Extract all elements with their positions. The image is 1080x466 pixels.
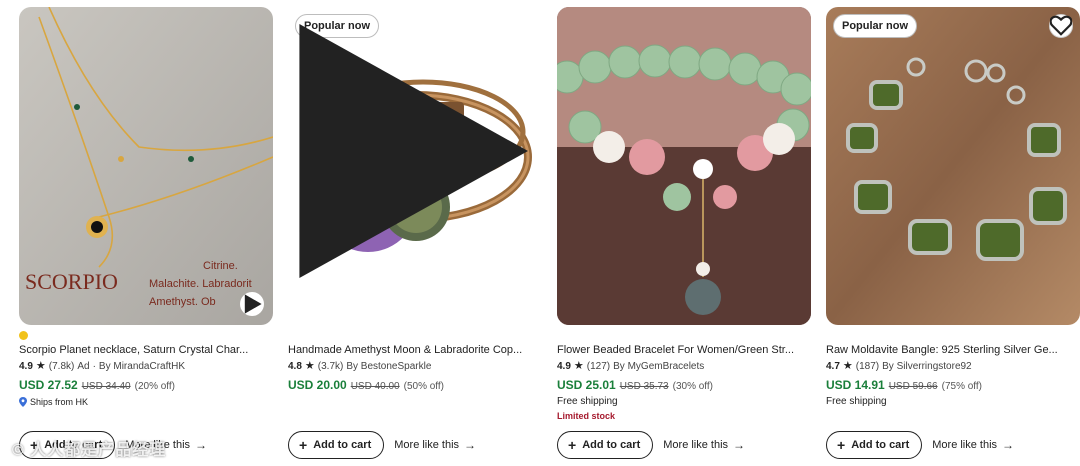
arrow-right-icon: →: [464, 438, 477, 452]
review-count: (187): [855, 361, 880, 372]
price-row: USD 20.00 USD 40.00 (50% off): [288, 375, 542, 395]
product-info: Handmade Amethyst Moon & Labradorite Cop…: [288, 327, 542, 395]
original-price: USD 34.40: [81, 381, 131, 392]
moldavite-bangle-photo: [826, 7, 1080, 325]
play-video-button[interactable]: [240, 292, 264, 316]
product-grid: SCORPIO Citrine. Malachite. Labradorit A…: [19, 7, 1080, 459]
free-shipping: Free shipping: [557, 396, 618, 407]
play-icon: [299, 24, 528, 278]
product-title[interactable]: Raw Moldavite Bangle: 925 Sterling Silve…: [826, 343, 1080, 358]
product-info: Raw Moldavite Bangle: 925 Sterling Silve…: [826, 327, 1080, 409]
review-count: (7.8k): [48, 361, 75, 372]
product-image[interactable]: SCORPIO Citrine. Malachite. Labradorit A…: [19, 7, 273, 325]
bestseller-dot-icon: [19, 330, 28, 340]
original-price: USD 40.00: [350, 381, 400, 392]
sale-price: USD 25.01: [557, 378, 616, 392]
original-price: USD 35.73: [619, 381, 669, 392]
product-image[interactable]: Popular now: [288, 7, 542, 325]
discount-label: (50% off): [403, 381, 445, 392]
svg-text:Malachite. Labradorit: Malachite. Labradorit: [149, 278, 252, 290]
favorite-button[interactable]: [1049, 14, 1073, 38]
ad-label: Ad: [77, 361, 90, 372]
rating-value: 4.7: [826, 361, 840, 372]
discount-label: (20% off): [134, 381, 176, 392]
sale-price: USD 14.91: [826, 378, 885, 392]
product-image[interactable]: Popular now: [826, 7, 1080, 325]
limited-stock-label: Limited stock: [557, 411, 616, 421]
discount-label: (75% off): [941, 381, 983, 392]
play-icon: [244, 294, 262, 314]
star-icon: ★: [573, 360, 584, 372]
add-to-cart-button[interactable]: + Add to cart: [826, 431, 923, 459]
svg-text:Amethyst. Ob: Amethyst. Ob: [149, 296, 216, 308]
product-card[interactable]: Popular now Raw Moldavite Bangle: 925 St…: [826, 7, 1080, 459]
svg-text:Citrine.: Citrine.: [203, 260, 238, 272]
arrow-right-icon: →: [1002, 438, 1015, 452]
separator-dot: ·: [92, 361, 96, 372]
arrow-right-icon: →: [733, 438, 746, 452]
arrow-right-icon: →: [195, 438, 208, 452]
product-card[interactable]: SCORPIO Citrine. Malachite. Labradorit A…: [19, 7, 273, 459]
heart-icon: [1050, 15, 1072, 36]
beaded-bracelet-photo: [557, 7, 811, 325]
watermark-text: © 人人都是产品经理: [12, 442, 167, 459]
shop-name[interactable]: By MyGemBracelets: [613, 358, 704, 375]
shop-name[interactable]: By BestoneSparkle: [346, 358, 431, 375]
plus-icon: +: [568, 437, 577, 453]
card-actions: + Add to cart More like this →: [826, 431, 1014, 459]
add-to-cart-button[interactable]: + Add to cart: [288, 431, 385, 459]
more-like-this-link[interactable]: More like this →: [932, 438, 1014, 452]
review-count: (3.7k): [317, 361, 344, 372]
product-meta: 4.8 ★ (3.7k) By BestoneSparkle: [288, 358, 542, 375]
product-info: Flower Beaded Bracelet For Women/Green S…: [557, 327, 811, 423]
product-title[interactable]: Scorpio Planet necklace, Saturn Crystal …: [19, 343, 273, 358]
product-meta: 4.9 ★ (127) By MyGemBracelets: [557, 358, 811, 375]
card-actions: + Add to cart More like this →: [557, 431, 745, 459]
plus-icon: +: [299, 437, 308, 453]
original-price: USD 59.66: [888, 381, 938, 392]
product-title[interactable]: Flower Beaded Bracelet For Women/Green S…: [557, 343, 811, 358]
more-like-this-link[interactable]: More like this →: [663, 438, 745, 452]
product-card[interactable]: Flower Beaded Bracelet For Women/Green S…: [557, 7, 811, 459]
product-title[interactable]: Handmade Amethyst Moon & Labradorite Cop…: [288, 343, 542, 358]
star-icon: ★: [304, 360, 315, 372]
necklace-photo: SCORPIO Citrine. Malachite. Labradorit A…: [19, 7, 273, 325]
plus-icon: +: [837, 437, 846, 453]
play-video-button[interactable]: [288, 7, 528, 310]
product-image[interactable]: [557, 7, 811, 325]
price-row: USD 27.52 USD 34.40 (20% off): [19, 375, 273, 395]
location-pin-icon: [19, 397, 27, 407]
shop-name[interactable]: By Silverringstore92: [882, 358, 971, 375]
sale-price: USD 27.52: [19, 378, 78, 392]
free-shipping: Free shipping: [826, 396, 887, 407]
rating-value: 4.9: [19, 361, 33, 372]
product-info: Scorpio Planet necklace, Saturn Crystal …: [19, 327, 273, 409]
price-row: USD 25.01 USD 35.73 (30% off): [557, 375, 811, 395]
image-brand-text: SCORPIO: [25, 269, 118, 294]
product-card[interactable]: Popular now Handmade Amethyst Moon & Lab…: [288, 7, 542, 459]
product-meta: 4.7 ★ (187) By Silverringstore92: [826, 358, 1080, 375]
add-to-cart-button[interactable]: + Add to cart: [557, 431, 654, 459]
rating-value: 4.9: [557, 361, 571, 372]
sale-price: USD 20.00: [288, 378, 347, 392]
star-icon: ★: [842, 360, 853, 372]
shop-name[interactable]: By MirandaCraftHK: [99, 358, 185, 375]
price-row: USD 14.91 USD 59.66 (75% off): [826, 375, 1080, 395]
popular-now-badge: Popular now: [833, 14, 917, 38]
rating-value: 4.8: [288, 361, 302, 372]
more-like-this-link[interactable]: More like this →: [394, 438, 476, 452]
ships-from: Ships from HK: [19, 395, 273, 409]
card-actions: + Add to cart More like this →: [288, 431, 476, 459]
review-count: (127): [586, 361, 611, 372]
star-icon: ★: [35, 360, 46, 372]
product-meta: 4.9 ★ (7.8k) Ad · By MirandaCraftHK: [19, 358, 273, 375]
discount-label: (30% off): [672, 381, 714, 392]
